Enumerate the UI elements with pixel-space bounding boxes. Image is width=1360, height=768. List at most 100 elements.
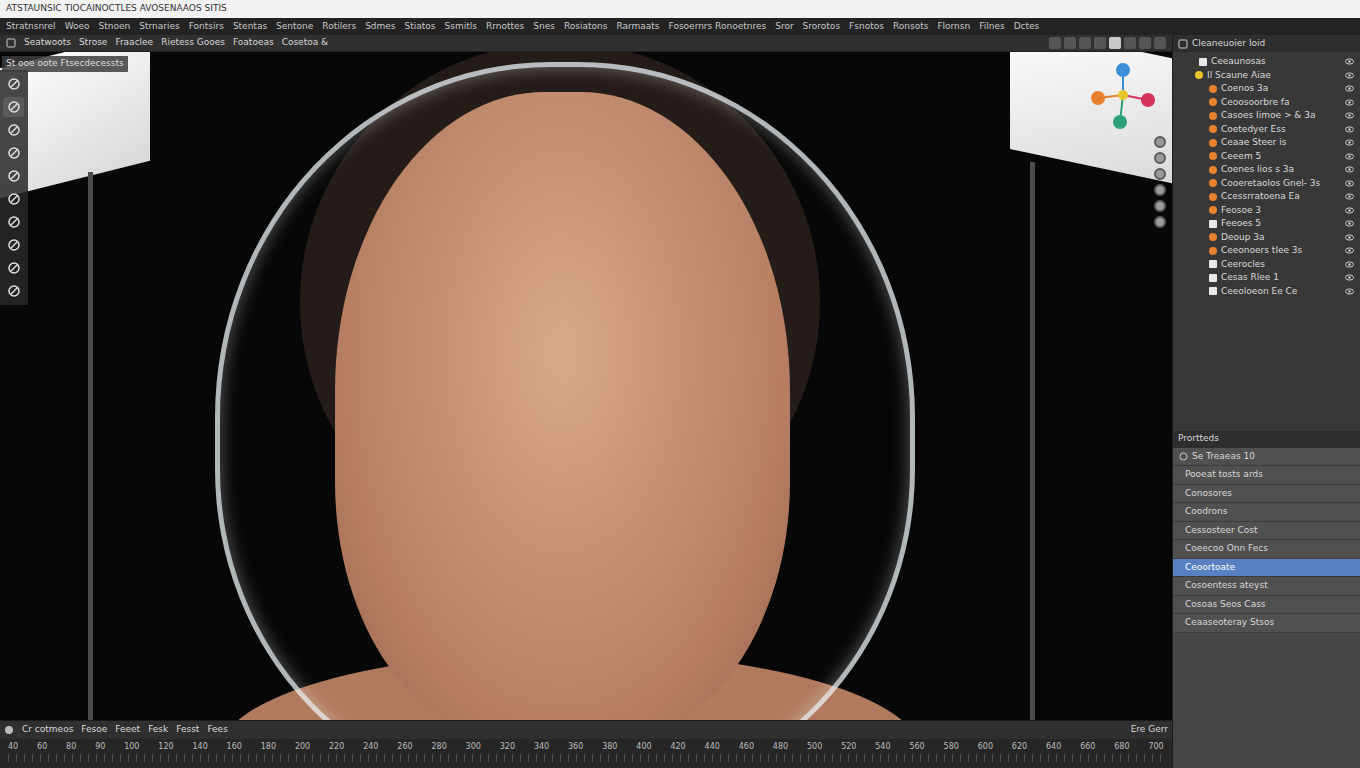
menu-item[interactable]: Fontsirs xyxy=(189,20,224,34)
tool-button[interactable] xyxy=(3,97,24,117)
frame-number: 600 xyxy=(978,741,993,753)
tool-button[interactable] xyxy=(3,212,24,232)
shading-button[interactable] xyxy=(1079,37,1091,49)
outliner-item[interactable]: Ceaae Steer is xyxy=(1173,136,1360,150)
menu-item[interactable]: Stiatos xyxy=(405,20,436,34)
menu-item[interactable]: Ronsots xyxy=(893,20,928,34)
outliner-item[interactable]: Coenos 3a xyxy=(1173,82,1360,96)
frame-number: 120 xyxy=(158,741,173,753)
outliner-item[interactable]: Ceeonoers tlee 3s xyxy=(1173,244,1360,258)
view-control-icon[interactable] xyxy=(1154,200,1166,212)
frame-number: 460 xyxy=(739,741,754,753)
shading-button[interactable] xyxy=(1064,37,1076,49)
outliner-item[interactable]: Cooeretaolos Gnel- 3s xyxy=(1173,177,1360,191)
outliner-item[interactable]: Ccessrratoena Ea xyxy=(1173,190,1360,204)
timeline-menu-item[interactable]: Feeet xyxy=(115,723,140,737)
outliner-item[interactable]: Ceeaunosas xyxy=(1173,55,1360,69)
properties-item[interactable]: Cosoas Seos Cass xyxy=(1173,596,1360,615)
outliner-item[interactable]: Deoup 3a xyxy=(1173,231,1360,245)
menu-item[interactable]: Snes xyxy=(533,20,555,34)
tool-button[interactable] xyxy=(3,235,24,255)
tool-button[interactable] xyxy=(3,189,24,209)
outliner-item[interactable]: Feosoe 3 xyxy=(1173,204,1360,218)
properties-item[interactable]: Coeecoo Onn Fecs xyxy=(1173,540,1360,559)
shading-button[interactable] xyxy=(1139,37,1151,49)
properties-item[interactable]: Pooeat tosts ards xyxy=(1173,466,1360,485)
tool-shelf xyxy=(0,70,28,305)
outliner-item[interactable]: Ceoosoorbre fa xyxy=(1173,96,1360,110)
view-control-icon[interactable] xyxy=(1154,184,1166,196)
menu-item[interactable]: Stentas xyxy=(233,20,267,34)
outliner-item[interactable]: Feeoes 5 xyxy=(1173,217,1360,231)
timeline-right-label[interactable]: Ere Gerr xyxy=(1131,723,1168,737)
menu-item[interactable]: Fosoernrs Ronoetnres xyxy=(669,20,767,34)
outliner-item[interactable]: Coenes lios s 3a xyxy=(1173,163,1360,177)
header-menu-item[interactable]: Cosetoa & xyxy=(282,36,328,50)
menu-item[interactable]: Ssmitls xyxy=(445,20,477,34)
timeline-menu-item[interactable]: Fesoe xyxy=(81,723,107,737)
outliner-item[interactable]: Il Scaune Aiae xyxy=(1173,69,1360,83)
outliner-item[interactable]: Coetedyer Ess xyxy=(1173,123,1360,137)
view-control-icon[interactable] xyxy=(1154,216,1166,228)
tool-button[interactable] xyxy=(3,143,24,163)
menu-item[interactable]: Rotilers xyxy=(322,20,356,34)
navigation-gizmo[interactable] xyxy=(1088,60,1158,130)
menu-item[interactable]: Stnoen xyxy=(99,20,131,34)
menu-item[interactable]: Filnes xyxy=(979,20,1004,34)
header-menu-item[interactable]: Fraaclee xyxy=(115,36,153,50)
tool-icon xyxy=(7,215,21,229)
header-menu-item[interactable]: Foatoeas xyxy=(233,36,274,50)
properties-item[interactable]: Cessosteer Cost xyxy=(1173,522,1360,541)
shading-button[interactable] xyxy=(1154,37,1166,49)
view-control-icon[interactable] xyxy=(1154,136,1166,148)
menu-item[interactable]: Rosiatons xyxy=(564,20,608,34)
menu-item[interactable]: Stratnsnrel xyxy=(6,20,56,34)
menu-item[interactable]: Flornsn xyxy=(937,20,970,34)
properties-item[interactable]: Ceoortoate xyxy=(1173,559,1360,578)
shading-button[interactable] xyxy=(1109,37,1121,49)
properties-item[interactable]: Ceaaseoteray Stsos xyxy=(1173,614,1360,633)
frame-number: 160 xyxy=(227,741,242,753)
properties-item[interactable]: Conosores xyxy=(1173,485,1360,504)
object-type-icon xyxy=(1209,193,1217,201)
outliner-list: CeeaunosasIl Scaune AiaeCoenos 3aCeoosoo… xyxy=(1173,52,1360,301)
tool-button[interactable] xyxy=(3,258,24,278)
outliner-item[interactable]: Cesas Rlee 1 xyxy=(1173,271,1360,285)
shading-button[interactable] xyxy=(1049,37,1061,49)
menu-item[interactable]: Rarmaats xyxy=(616,20,659,34)
outliner-item[interactable]: Ceeem 5 xyxy=(1173,150,1360,164)
properties-item[interactable]: Cosoentess ateyst xyxy=(1173,577,1360,596)
menu-item[interactable]: Sentone xyxy=(276,20,313,34)
tool-icon xyxy=(7,77,21,91)
shading-button[interactable] xyxy=(1094,37,1106,49)
header-menu-item[interactable]: Strose xyxy=(79,36,107,50)
header-menu-item[interactable]: Seatwoots xyxy=(24,36,71,50)
tool-button[interactable] xyxy=(3,120,24,140)
menu-item[interactable]: Fsnotos xyxy=(849,20,884,34)
outliner-item[interactable]: Casoes Iimoe > & 3a xyxy=(1173,109,1360,123)
timeline-menu-item[interactable]: Fees xyxy=(207,723,227,737)
tool-button[interactable] xyxy=(3,281,24,301)
menu-item[interactable]: Dctes xyxy=(1014,20,1040,34)
tool-button[interactable] xyxy=(3,74,24,94)
timeline-menu-item[interactable]: Fesst xyxy=(176,723,199,737)
header-menu-item[interactable]: Rietess Gooes xyxy=(161,36,225,50)
timeline-menu-item[interactable]: Cr cotmeos xyxy=(22,723,73,737)
menu-item[interactable]: Srorotos xyxy=(803,20,840,34)
menu-item[interactable]: Woeo xyxy=(65,20,90,34)
tool-icon xyxy=(7,146,21,160)
viewport[interactable]: St ooe oote Ftsecdecessts xyxy=(0,52,1172,720)
menu-item[interactable]: Rrnottes xyxy=(486,20,524,34)
timeline-menu-item[interactable]: Fesk xyxy=(148,723,168,737)
timeline-ticks[interactable] xyxy=(8,754,1164,762)
tool-button[interactable] xyxy=(3,166,24,186)
properties-item[interactable]: Coodrons xyxy=(1173,503,1360,522)
outliner-item[interactable]: Ceeoloeon Ee Ce xyxy=(1173,285,1360,299)
shading-button[interactable] xyxy=(1124,37,1136,49)
outliner-item[interactable]: Ceerocles xyxy=(1173,258,1360,272)
view-control-icon[interactable] xyxy=(1154,152,1166,164)
menu-item[interactable]: Sdmes xyxy=(365,20,395,34)
menu-item[interactable]: Strnaries xyxy=(139,20,179,34)
menu-item[interactable]: Sror xyxy=(775,20,793,34)
view-control-icon[interactable] xyxy=(1154,168,1166,180)
